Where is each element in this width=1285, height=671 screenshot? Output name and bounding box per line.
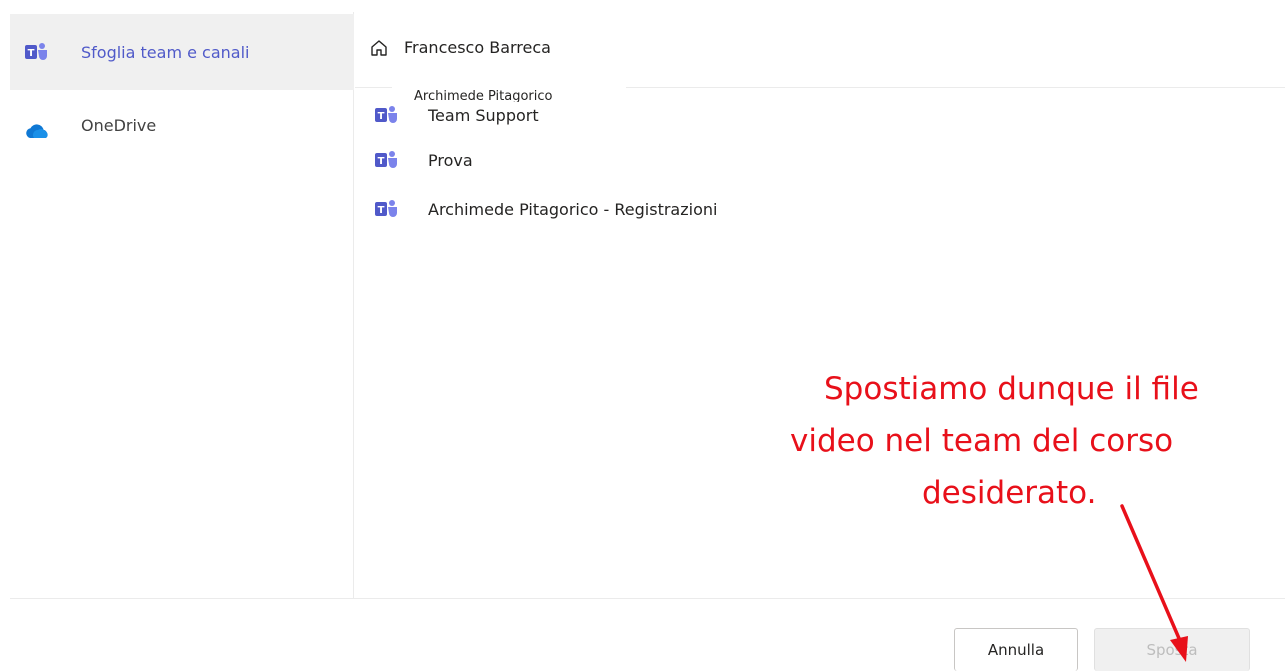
- sidebar: T Sfoglia team e canali OneDrive: [0, 12, 354, 598]
- svg-text:T: T: [378, 111, 385, 122]
- onedrive-icon: [24, 120, 50, 142]
- tooltip-text: Archimede Pitagorico: [414, 89, 553, 102]
- team-item[interactable]: T Prova: [374, 146, 974, 174]
- svg-text:T: T: [378, 156, 385, 167]
- teams-icon: T: [374, 198, 400, 220]
- team-item-label: Team Support: [428, 105, 539, 125]
- sidebar-item-label: Sfoglia team e canali: [81, 42, 250, 62]
- team-item-label: Archimede Pitagorico - Registrazioni: [428, 199, 718, 219]
- annotation-line: Spostiamo dunque il file: [824, 371, 1199, 407]
- teams-icon: T: [374, 149, 400, 171]
- annotation-line: video nel team del corso: [790, 423, 1174, 459]
- breadcrumb-item[interactable]: Francesco Barreca: [404, 38, 551, 57]
- footer-divider: [10, 598, 1285, 599]
- teams-icon: T: [24, 41, 50, 63]
- team-item[interactable]: T Archimede Pitagorico - Registrazioni: [374, 195, 974, 223]
- move-file-dialog: T Sfoglia team e canali OneDrive Frances…: [0, 0, 1285, 671]
- team-item[interactable]: T Team Support: [374, 101, 974, 129]
- svg-text:T: T: [378, 205, 385, 216]
- svg-text:T: T: [28, 48, 35, 59]
- move-button[interactable]: Sposta: [1094, 628, 1250, 671]
- cancel-button[interactable]: Annulla: [954, 628, 1078, 671]
- tooltip: Archimede Pitagorico: [392, 86, 626, 102]
- team-item-label: Prova: [428, 150, 473, 170]
- annotation-line: desiderato.: [922, 475, 1097, 511]
- teams-icon: T: [374, 104, 400, 126]
- sidebar-item-browse-teams[interactable]: T Sfoglia team e canali: [10, 14, 354, 90]
- sidebar-item-onedrive[interactable]: OneDrive: [10, 90, 354, 164]
- home-icon[interactable]: [369, 38, 389, 58]
- sidebar-item-label: OneDrive: [81, 116, 157, 135]
- breadcrumb: Francesco Barreca: [355, 14, 1285, 88]
